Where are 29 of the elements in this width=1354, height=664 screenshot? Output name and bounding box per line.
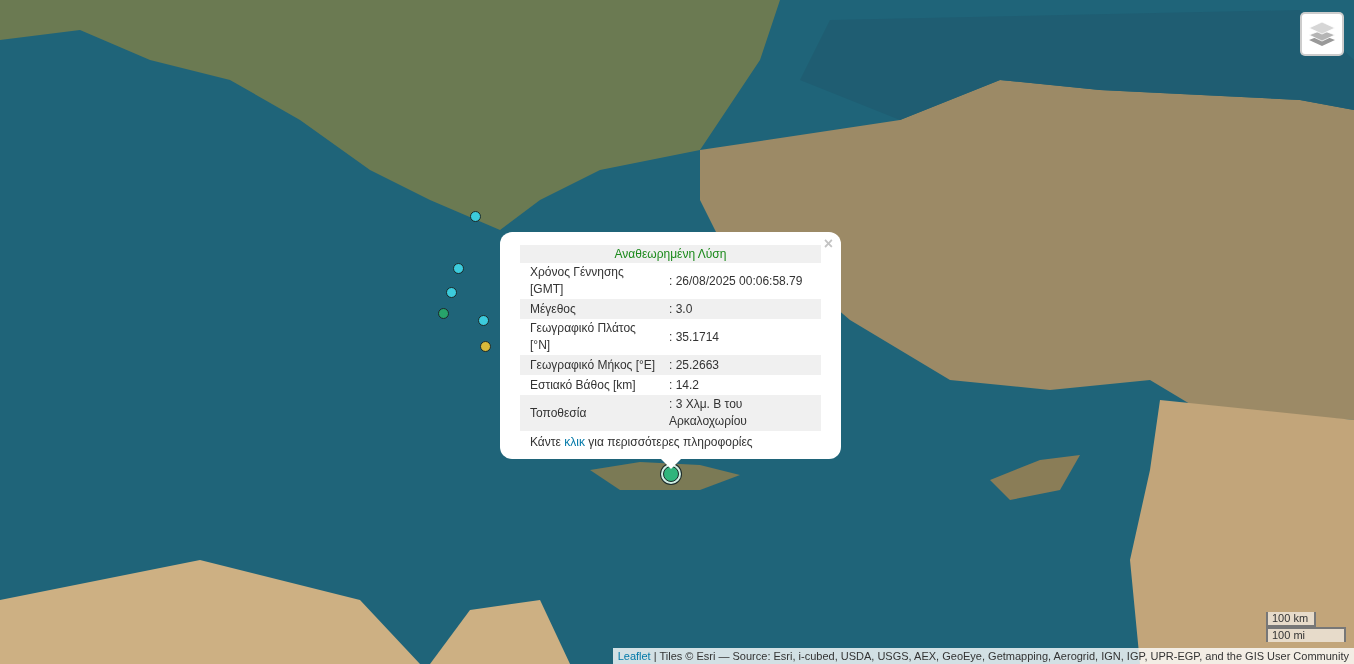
field-value: : 3 Χλμ. Β του Αρκαλοχωρίου	[669, 396, 748, 430]
earthquake-marker[interactable]	[445, 286, 457, 298]
layers-button[interactable]	[1300, 12, 1344, 56]
click-link[interactable]: κλικ	[564, 435, 585, 449]
field-label: Εστιακό Βάθος [km]	[530, 376, 637, 394]
earthquake-marker[interactable]	[452, 262, 464, 274]
field-label: Χρόνος Γέννησης [GMT]	[530, 264, 625, 298]
layers-icon	[1308, 21, 1336, 47]
earthquake-marker[interactable]	[477, 314, 489, 326]
field-label: Τοποθεσία	[530, 404, 588, 422]
scale-bar: 100 km	[1266, 612, 1316, 627]
field-value: : 3.0	[669, 300, 694, 318]
field-value: : 35.1714	[669, 328, 721, 346]
field-value: : 25.2663	[669, 356, 721, 374]
field-label: Γεωγραφικό Πλάτος [°N]	[530, 320, 637, 354]
map-drawing[interactable]	[0, 0, 1354, 664]
field-value: : 26/08/2025 00:06:58.79	[669, 272, 804, 290]
earthquake-marker[interactable]	[479, 340, 491, 352]
leaflet-link[interactable]: Leaflet	[617, 650, 651, 662]
attribution-text: Leaflet | Tiles © Esri — Source: Esri, i-cubed, USDA, USGS, AEX, GeoEye, Getmapping, Aerogrid, IGN, IGP, UPR-EGP, and the GIS User Community	[612, 648, 1354, 664]
field-label: Μέγεθος	[530, 300, 577, 318]
earthquake-marker[interactable]	[437, 307, 449, 319]
scale-bar: 100 mi	[1266, 627, 1346, 642]
popup-title: Αναθεωρημένη Λύση	[520, 245, 821, 263]
more-info-text: Κάντε κλικ για περισσότερες πληροφορίες	[529, 434, 754, 449]
earthquake-marker[interactable]	[663, 466, 679, 482]
earthquake-marker[interactable]	[469, 210, 481, 222]
field-value: : 14.2	[669, 376, 701, 394]
field-label: Γεωγραφικό Μήκος [°E]	[530, 356, 657, 374]
